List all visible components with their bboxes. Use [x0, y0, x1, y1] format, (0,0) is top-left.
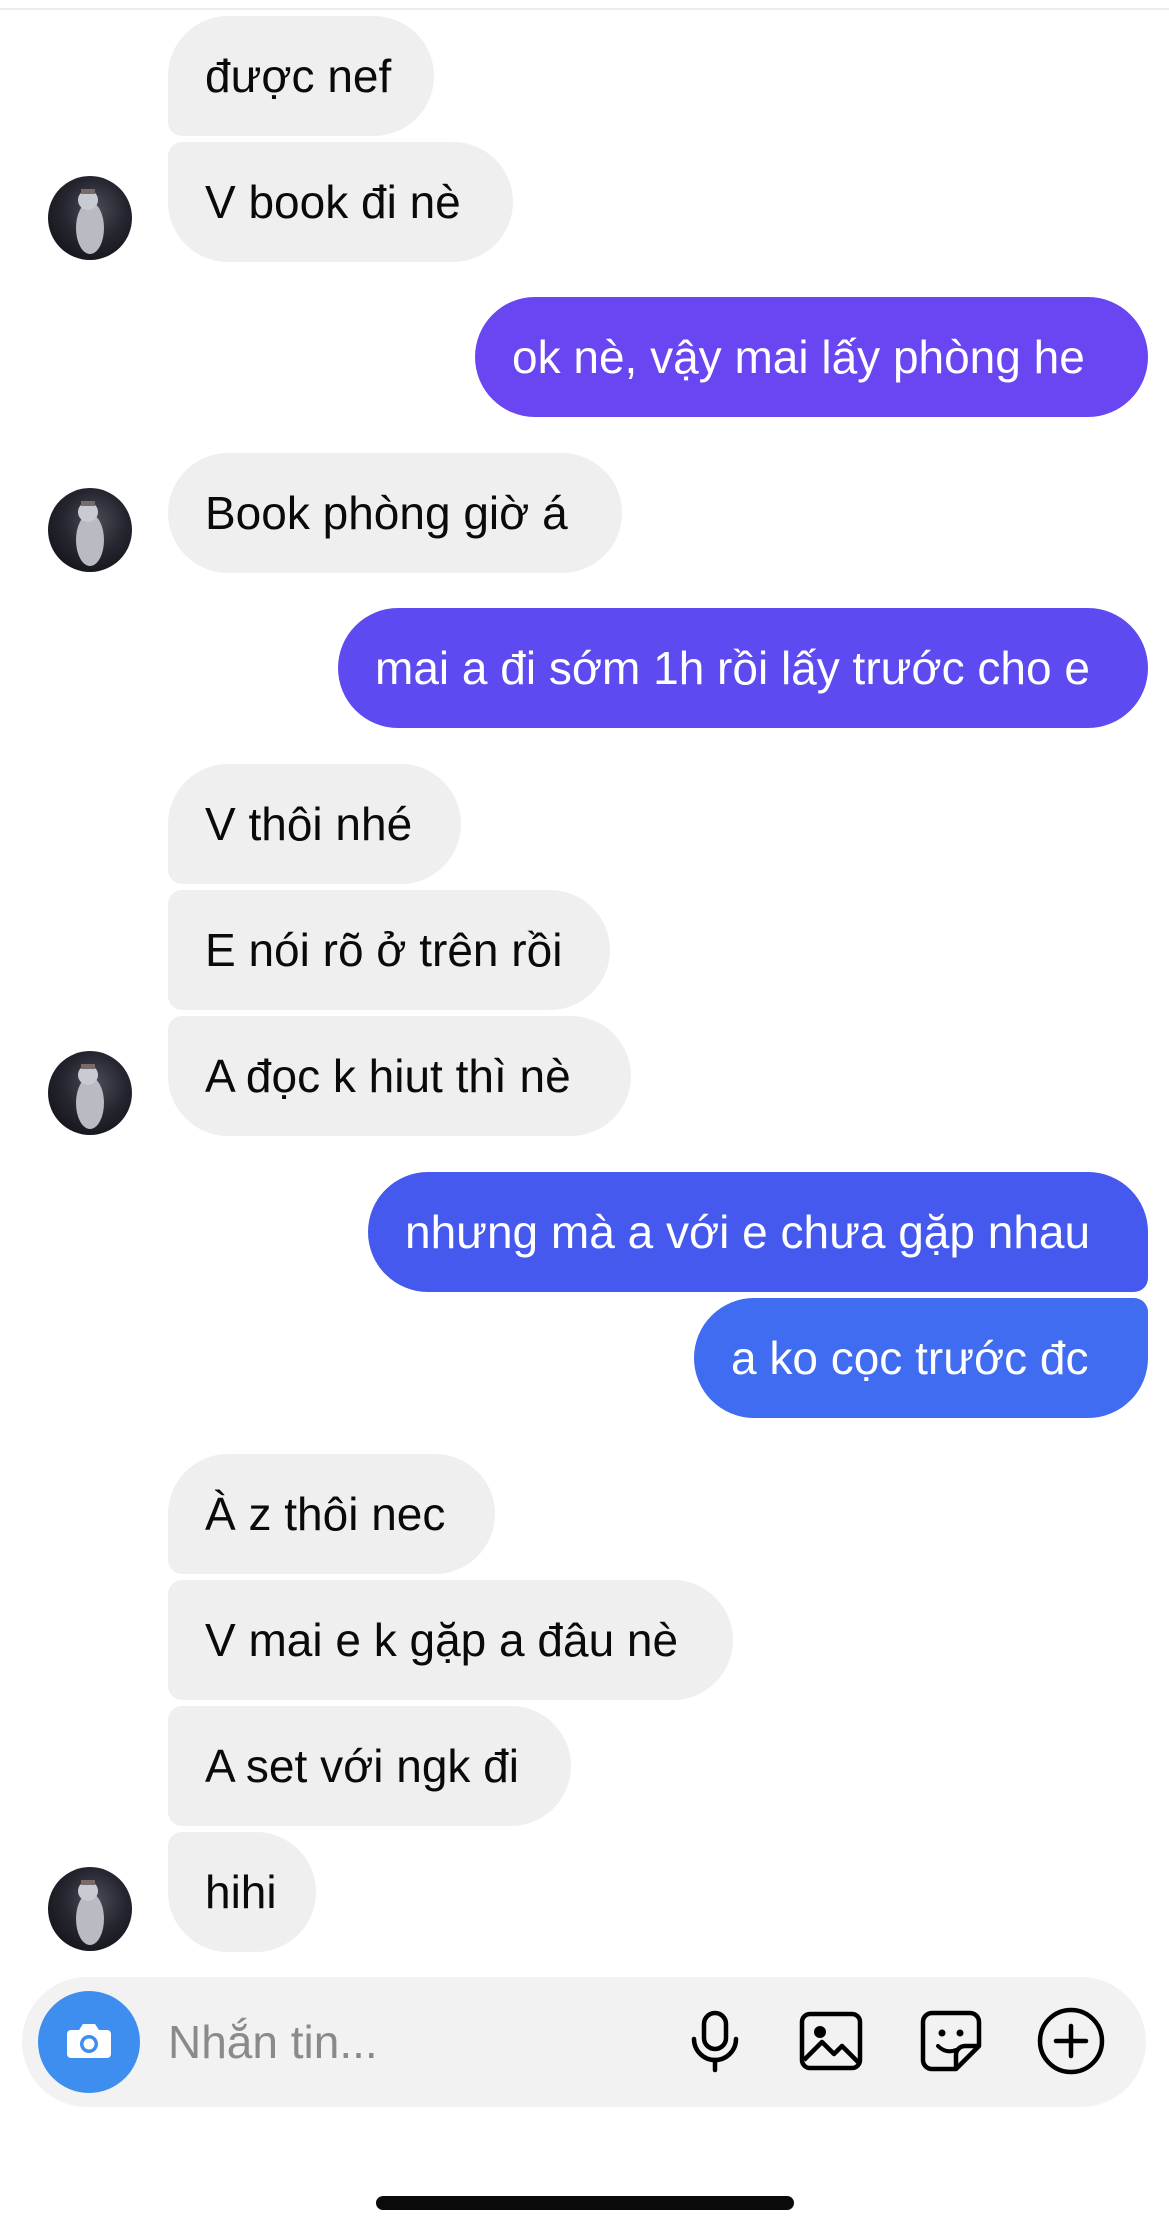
message-bubble-incoming[interactable]: V mai e k gặp a đâu nè [168, 1580, 733, 1700]
image-icon [798, 2008, 864, 2079]
contact-avatar[interactable] [48, 1051, 132, 1135]
message-bubble-incoming[interactable]: A đọc k hiut thì nè [168, 1016, 631, 1136]
message-bubble-outgoing[interactable]: mai a đi sớm 1h rồi lấy trước cho e [338, 608, 1148, 728]
contact-avatar[interactable] [48, 176, 132, 260]
message-bubble-incoming[interactable]: hihi [168, 1832, 316, 1952]
message-input[interactable] [168, 2005, 648, 2079]
message-bubble-incoming[interactable]: V book đi nè [168, 142, 513, 262]
contact-avatar[interactable] [48, 488, 132, 572]
plus-icon [1036, 2006, 1106, 2081]
top-divider [0, 8, 1169, 10]
message-bubble-incoming[interactable]: Book phòng giờ á [168, 453, 622, 573]
sticker-button[interactable] [915, 2007, 987, 2079]
message-bubble-incoming[interactable]: được nef [168, 16, 434, 136]
more-options-button[interactable] [1035, 2007, 1107, 2079]
message-bubble-incoming[interactable]: À z thôi nec [168, 1454, 495, 1574]
camera-icon [63, 2014, 115, 2071]
message-bubble-outgoing[interactable]: ok nè, vậy mai lấy phòng he [475, 297, 1148, 417]
message-bubble-incoming[interactable]: E nói rõ ở trên rồi [168, 890, 610, 1010]
contact-avatar[interactable] [48, 1867, 132, 1951]
message-bubble-incoming[interactable]: V thôi nhé [168, 764, 461, 884]
message-bubble-incoming[interactable]: A set với ngk đi [168, 1706, 571, 1826]
voice-message-button[interactable] [679, 2007, 751, 2079]
photo-gallery-button[interactable] [795, 2007, 867, 2079]
message-bubble-outgoing[interactable]: a ko cọc trước đc [694, 1298, 1148, 1418]
message-composer [22, 1977, 1146, 2107]
microphone-icon [685, 2009, 745, 2078]
camera-button[interactable] [38, 1991, 140, 2093]
home-indicator[interactable] [376, 2196, 794, 2210]
sticker-icon [918, 2008, 984, 2079]
message-bubble-outgoing[interactable]: nhưng mà a với e chưa gặp nhau [368, 1172, 1148, 1292]
